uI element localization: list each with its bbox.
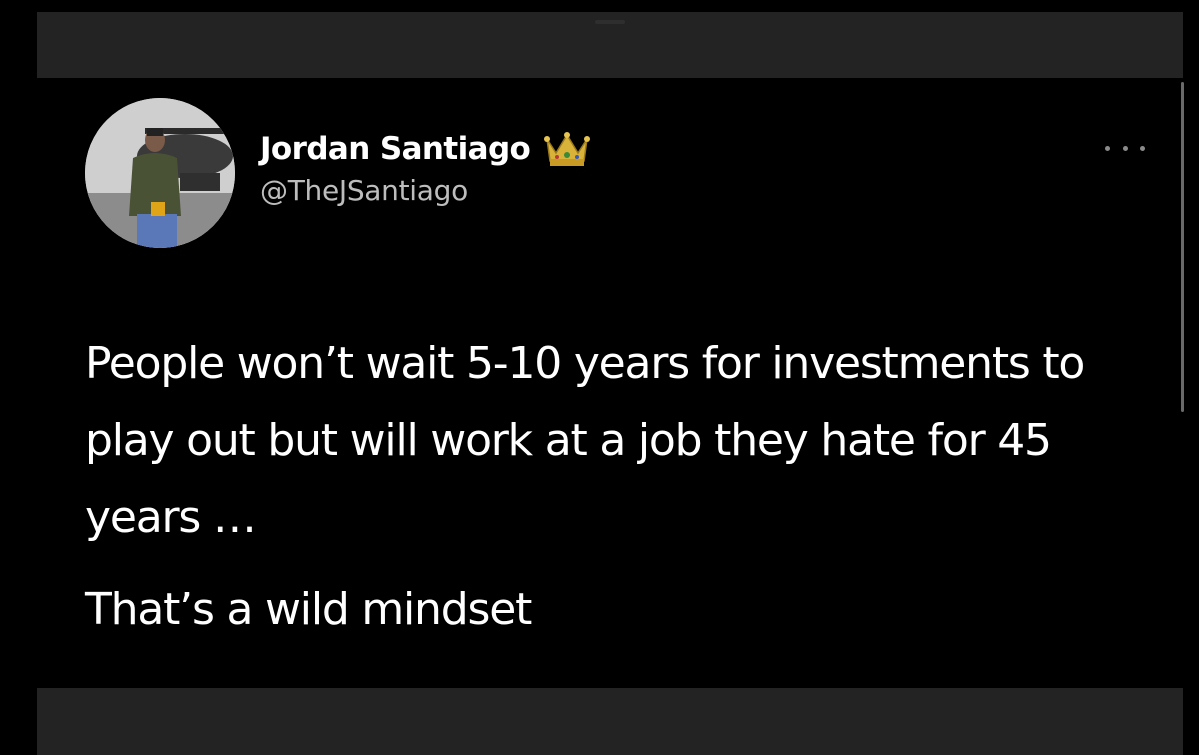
- more-dots-icon: [1105, 145, 1110, 151]
- drag-handle[interactable]: [595, 20, 625, 24]
- display-name[interactable]: Jordan Santiago: [260, 131, 531, 167]
- crown-icon: [544, 132, 591, 166]
- bottom-bar: [37, 688, 1183, 755]
- more-dots-icon: [1140, 145, 1145, 151]
- tweet-text: People won’t wait 5-10 years for investm…: [85, 325, 1165, 648]
- avatar[interactable]: [85, 98, 235, 248]
- name-row: Jordan Santiago: [260, 126, 591, 172]
- more-options-button[interactable]: [1105, 140, 1145, 156]
- tweet-card: Jordan Santiago @TheJSantiago People won…: [37, 78, 1183, 688]
- top-bar: [37, 12, 1183, 78]
- tweet-text-line: People won’t wait 5-10 years for investm…: [85, 338, 1085, 543]
- scrollbar[interactable]: [1181, 82, 1184, 412]
- handle[interactable]: @TheJSantiago: [260, 174, 590, 207]
- tweet-text-line: That’s a wild mindset: [85, 584, 532, 635]
- more-dots-icon: [1122, 145, 1128, 151]
- author-block: Jordan Santiago @TheJSantiago: [260, 126, 591, 207]
- profile-photo: [85, 98, 235, 248]
